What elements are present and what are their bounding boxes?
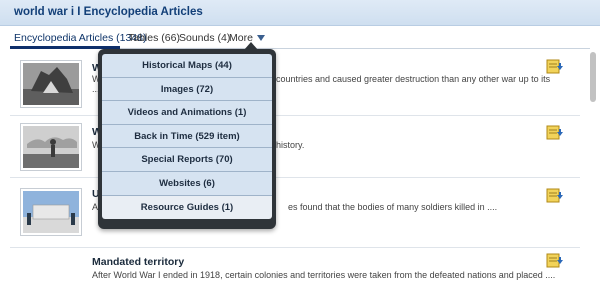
page-title: world war i I Encyclopedia Articles	[14, 6, 203, 18]
article-thumbnail[interactable]	[20, 188, 82, 236]
list-item[interactable]: W W history.	[10, 116, 580, 178]
article-snippet: history.	[276, 140, 305, 150]
soldiers-photo-icon	[23, 63, 79, 105]
list-item[interactable]: U Aft es found that the bodies of many s…	[10, 178, 580, 248]
tab-tables[interactable]: Tables (66)	[128, 32, 180, 44]
save-to-folder-icon[interactable]	[546, 58, 564, 76]
soldier-photo-icon	[23, 126, 79, 168]
menu-item-videos-animations[interactable]: Videos and Animations (1)	[102, 101, 272, 125]
menu-item-images[interactable]: Images (72)	[102, 77, 272, 102]
page: world war i I Encyclopedia Articles Ency…	[0, 0, 600, 308]
article-thumbnail[interactable]	[20, 123, 82, 171]
article-snippet: countries and caused greater destruction…	[276, 74, 551, 84]
save-to-folder-icon[interactable]	[546, 252, 564, 270]
list-item[interactable]: Mandated territory After World War I end…	[10, 248, 580, 308]
article-title[interactable]: Mandated territory	[92, 256, 184, 268]
memorial-photo-icon	[23, 191, 79, 233]
menu-item-back-in-time[interactable]: Back in Time (529 item)	[102, 124, 272, 149]
menu-item-historical-maps[interactable]: Historical Maps (44)	[102, 54, 272, 78]
more-dropdown-menu: Historical Maps (44) Images (72) Videos …	[98, 42, 276, 229]
scrollbar-thumb[interactable]	[590, 52, 596, 102]
save-to-folder-icon[interactable]	[546, 124, 564, 142]
save-to-folder-icon[interactable]	[546, 187, 564, 205]
article-snippet: es found that the bodies of many soldier…	[288, 202, 498, 212]
article-snippet: After World War I ended in 1918, certain…	[92, 270, 556, 280]
caret-down-icon	[256, 35, 265, 42]
menu-item-websites[interactable]: Websites (6)	[102, 171, 272, 196]
results-list: W W countries and caused greater destruc…	[10, 52, 590, 308]
menu-item-special-reports[interactable]: Special Reports (70)	[102, 148, 272, 172]
tab-encyclopedia-articles[interactable]: Encyclopedia Articles (1348)	[14, 32, 147, 44]
header-bar: world war i I Encyclopedia Articles	[0, 0, 600, 26]
article-thumbnail[interactable]	[20, 60, 82, 108]
tab-sounds[interactable]: Sounds (4)	[179, 32, 230, 44]
list-item[interactable]: W W countries and caused greater destruc…	[10, 52, 580, 116]
menu-item-resource-guides[interactable]: Resource Guides (1)	[102, 195, 272, 220]
